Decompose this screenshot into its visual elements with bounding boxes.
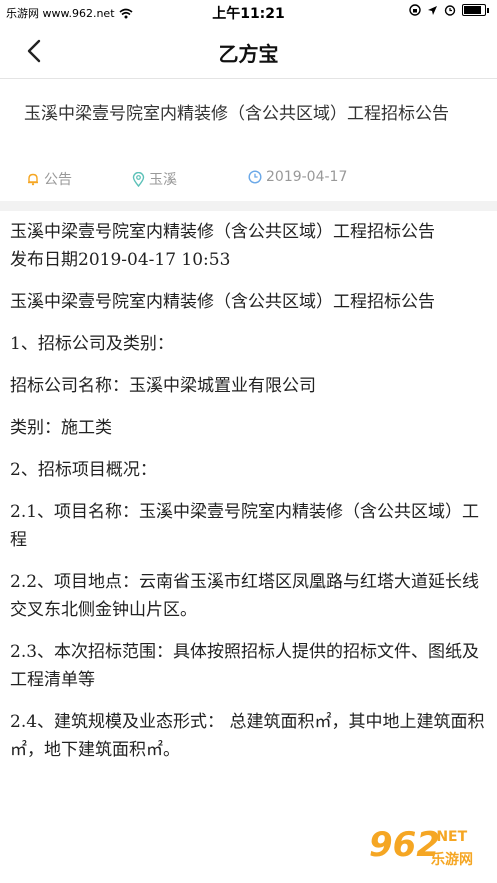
rotation-lock-icon (409, 4, 421, 16)
location-pin-icon (132, 171, 145, 187)
body-paragraph: 玉溪中梁壹号院室内精装修（含公共区域）工程招标公告 (10, 292, 435, 312)
meta-location-label: 玉溪 (149, 172, 177, 188)
article-body: 玉溪中梁壹号院室内精装修（含公共区域）工程招标公告 发布日期2019-04-17… (10, 218, 490, 764)
page-title: 乙方宝 (218, 42, 279, 66)
status-right (409, 4, 489, 16)
meta-category: 公告 (26, 169, 72, 189)
watermark-site: 乐游网 (431, 852, 473, 868)
clock-icon (248, 170, 262, 184)
watermark-number: 962 (369, 825, 440, 865)
article-header: 玉溪中梁壹号院室内精装修（含公共区域）工程招标公告 公告 玉溪 2019-04-… (0, 79, 497, 201)
meta-date: 2019-04-17 (248, 169, 347, 185)
location-arrow-icon (428, 5, 437, 15)
publish-date: 发布日期2019-04-17 10:53 (10, 250, 231, 270)
body-paragraph: 2.1、项目名称：玉溪中梁壹号院室内精装修（含公共区域）工程 (10, 502, 480, 550)
battery-icon (462, 4, 486, 16)
body-paragraph: 2、招标项目概况： (10, 460, 157, 480)
body-paragraph: 招标公司名称：玉溪中梁城置业有限公司 (10, 376, 316, 396)
watermark-net: .NET (431, 829, 468, 845)
nav-bar: 乙方宝 (0, 24, 497, 79)
meta-date-label: 2019-04-17 (266, 169, 348, 185)
body-paragraph: 2.3、本次招标范围：具体按照招标人提供的招标文件、图纸及工程清单等 (10, 642, 480, 690)
section-divider (0, 201, 497, 211)
body-paragraph: 1、招标公司及类别： (10, 334, 174, 354)
meta-category-label: 公告 (44, 172, 72, 188)
body-paragraph: 2.4、建筑规模及业态形式： 总建筑面积㎡，其中地上建筑面积㎡，地下建筑面积㎡。 (10, 712, 485, 760)
body-paragraph: 类别：施工类 (10, 418, 112, 438)
article-title: 玉溪中梁壹号院室内精装修（含公共区域）工程招标公告 (24, 104, 449, 124)
meta-location: 玉溪 (132, 169, 177, 189)
body-title: 玉溪中梁壹号院室内精装修（含公共区域）工程招标公告 (10, 222, 435, 242)
article-meta: 公告 玉溪 2019-04-17 (0, 169, 497, 191)
status-bar: 乐游网 www.962.net 上午11:21 (0, 0, 497, 24)
body-paragraph: 2.2、项目地点：云南省玉溪市红塔区凤凰路与红塔大道延长线交叉东北侧金钟山片区。 (10, 572, 480, 620)
alarm-icon (444, 5, 456, 16)
bell-icon (28, 173, 38, 186)
watermark-logo: 962 .NET 乐游网 (369, 825, 493, 877)
